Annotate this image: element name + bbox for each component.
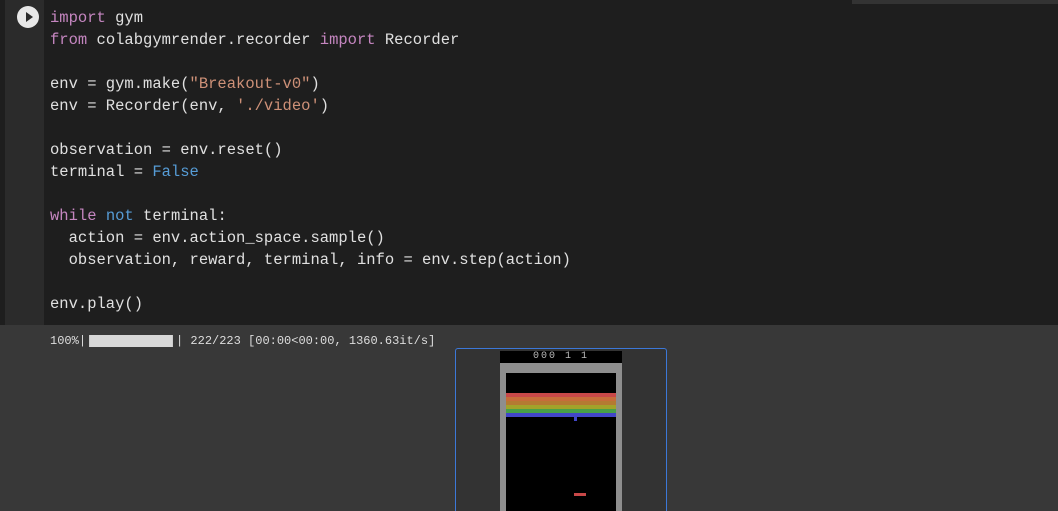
left-wall xyxy=(500,363,506,511)
code-token: observation, reward, terminal, info = en… xyxy=(50,251,571,269)
code-line: env = gym.make("Breakout-v0") xyxy=(50,73,571,95)
code-token: "Breakout-v0" xyxy=(189,75,311,93)
brick-row xyxy=(506,413,616,417)
cell-toolbar[interactable] xyxy=(852,0,1058,4)
code-token: env = Recorder(env, xyxy=(50,97,237,115)
code-line: from colabgymrender.recorder import Reco… xyxy=(50,29,571,51)
code-token: terminal = xyxy=(50,163,153,181)
code-token: colabgymrender.recorder xyxy=(87,31,320,49)
code-line: action = env.action_space.sample() xyxy=(50,227,571,249)
code-line: terminal = False xyxy=(50,161,571,183)
progress-count: 222/223 xyxy=(190,334,241,348)
code-token: False xyxy=(152,163,199,181)
code-line: observation = env.reset() xyxy=(50,139,571,161)
code-line: env.play() xyxy=(50,293,571,315)
top-wall xyxy=(500,363,622,373)
progress-percent: 100% xyxy=(50,334,79,348)
code-token: observation = env.reset() xyxy=(50,141,283,159)
code-token: gym xyxy=(115,9,144,27)
code-token: Recorder xyxy=(375,31,460,49)
video-player[interactable]: 000 1 1 xyxy=(455,348,667,511)
ball xyxy=(574,416,577,421)
code-token: env = gym.make( xyxy=(50,75,190,93)
code-token: from xyxy=(50,31,88,49)
code-token: action = env.action_space.sample() xyxy=(50,229,385,247)
code-token: env.play() xyxy=(50,295,144,313)
code-cell[interactable]: import gym from colabgymrender.recorder im… xyxy=(0,0,1058,325)
code-token: ) xyxy=(310,75,320,93)
play-icon xyxy=(25,12,33,22)
code-token: terminal: xyxy=(133,207,227,225)
progress-bar xyxy=(89,335,174,347)
run-cell-button[interactable] xyxy=(17,6,39,28)
code-token: while xyxy=(50,207,97,225)
code-token: not xyxy=(105,207,134,225)
code-line: while not terminal: xyxy=(50,205,571,227)
game-score: 000 1 1 xyxy=(532,351,589,362)
code-line: import gym xyxy=(50,7,571,29)
progress-output: 100% | | 222/223 [00:00<00:00, 1360.63it/s… xyxy=(50,334,436,348)
code-token: './video' xyxy=(236,97,320,115)
code-token: ) xyxy=(319,97,330,115)
right-wall xyxy=(616,363,622,511)
paddle xyxy=(574,493,586,496)
breakout-frame: 000 1 1 xyxy=(500,351,622,511)
code-editor[interactable]: import gym from colabgymrender.recorder im… xyxy=(50,7,571,315)
progress-timing: [00:00<00:00, 1360.63it/s] xyxy=(248,334,436,348)
code-token: import xyxy=(319,31,376,49)
code-line: env = Recorder(env, './video') xyxy=(50,95,571,117)
code-line: observation, reward, terminal, info = en… xyxy=(50,249,571,271)
cell-gutter xyxy=(5,0,44,325)
code-token: import xyxy=(50,9,106,27)
